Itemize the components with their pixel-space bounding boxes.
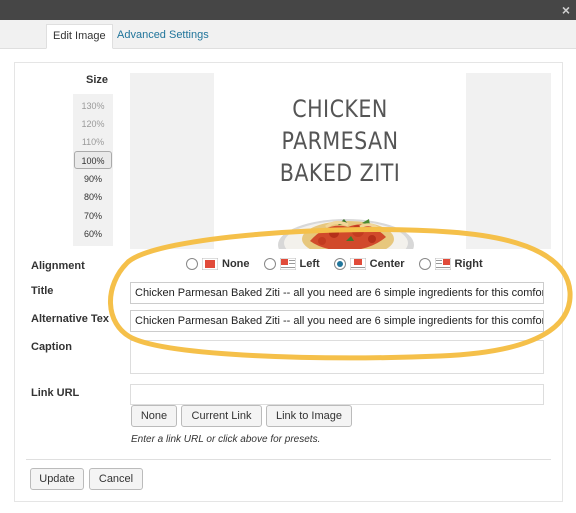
close-icon[interactable]: × (562, 1, 570, 19)
size-list: 130% 120% 110% 100% 90% 80% 70% 60% (73, 94, 113, 246)
pasta-dish-graphic (278, 219, 414, 249)
alignment-label: Alignment (31, 260, 85, 272)
radio-left[interactable] (263, 258, 276, 270)
alignment-option-center[interactable]: Center (333, 258, 405, 270)
align-left-icon (279, 258, 296, 270)
image-preview: CHICKEN PARMESAN BAKED ZITI (130, 73, 551, 249)
align-center-icon (349, 258, 366, 270)
current-link-button[interactable]: Current Link (181, 405, 262, 427)
preview-title-line-2: BAKED ZITI (279, 159, 401, 187)
link-url-label: Link URL (31, 387, 80, 399)
alt-text-label: Alternative Tex (31, 313, 110, 325)
footer-divider (26, 459, 551, 460)
alignment-option-none[interactable]: None (186, 258, 250, 270)
size-option-110[interactable]: 110% (73, 133, 113, 151)
alignment-option-left[interactable]: Left (263, 258, 320, 270)
tab-bar: Edit Image Advanced Settings (0, 20, 576, 49)
size-option-70[interactable]: 70% (73, 207, 113, 225)
size-option-100[interactable]: 100% (74, 151, 112, 169)
link-url-hint: Enter a link URL or click above for pres… (131, 434, 321, 445)
preview-title-line-1: CHICKEN PARMESAN (281, 95, 399, 155)
radio-center[interactable] (333, 258, 346, 270)
link-to-image-button[interactable]: Link to Image (266, 405, 352, 427)
size-option-80[interactable]: 80% (73, 188, 113, 206)
radio-none[interactable] (186, 258, 198, 270)
alignment-none-label: None (222, 258, 250, 270)
modal-title-bar: × (0, 0, 576, 20)
title-input[interactable]: Chicken Parmesan Baked Ziti -- all you n… (130, 282, 544, 304)
preview-image: CHICKEN PARMESAN BAKED ZITI (214, 73, 466, 249)
link-none-button[interactable]: None (131, 405, 177, 427)
title-label: Title (31, 285, 54, 297)
size-option-60[interactable]: 60% (73, 225, 113, 243)
cancel-button[interactable]: Cancel (89, 468, 143, 490)
alignment-options: None Left Center Right (186, 256, 497, 272)
align-right-icon (434, 258, 451, 270)
size-option-120[interactable]: 120% (73, 115, 113, 133)
alt-text-input[interactable]: Chicken Parmesan Baked Ziti -- all you n… (130, 310, 544, 332)
update-button[interactable]: Update (30, 468, 84, 490)
alignment-center-label: Center (369, 258, 405, 270)
alignment-left-label: Left (299, 258, 320, 270)
size-option-130[interactable]: 130% (73, 97, 113, 115)
preview-image-title: CHICKEN PARMESAN BAKED ZITI (232, 93, 449, 189)
caption-label: Caption (31, 341, 72, 353)
tab-edit-image[interactable]: Edit Image (46, 24, 113, 49)
tab-advanced-settings[interactable]: Advanced Settings (111, 24, 215, 49)
alignment-option-right[interactable]: Right (418, 258, 483, 270)
radio-right[interactable] (418, 258, 431, 270)
size-option-90[interactable]: 90% (73, 170, 113, 188)
align-none-icon (202, 258, 218, 270)
caption-textarea[interactable] (130, 340, 544, 374)
link-url-input[interactable] (130, 384, 544, 405)
alignment-right-label: Right (454, 258, 483, 270)
size-label: Size (86, 74, 109, 86)
